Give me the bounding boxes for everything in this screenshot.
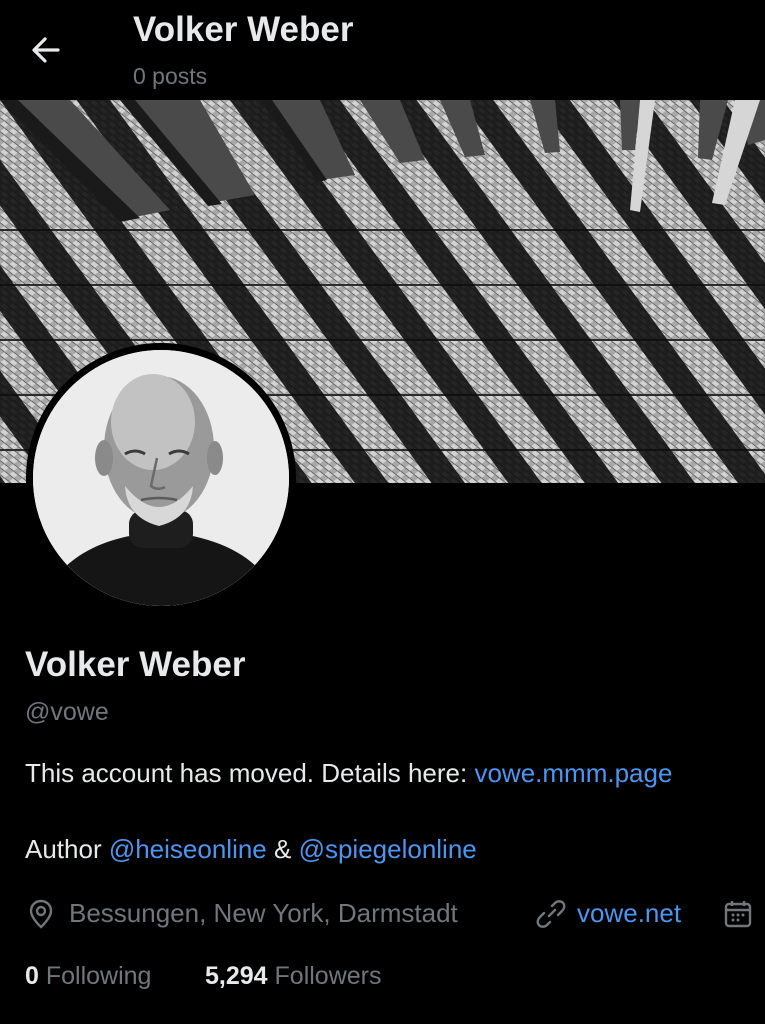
calendar-icon <box>722 898 754 930</box>
bio-link-moved[interactable]: vowe.mmm.page <box>474 758 672 788</box>
location-pin-icon <box>25 898 57 930</box>
mention-spiegelonline[interactable]: @spiegelonline <box>299 834 477 864</box>
profile-handle: @vowe <box>25 698 109 726</box>
following-link[interactable]: 0 Following <box>25 962 151 991</box>
bio-line-1: This account has moved. Details here: vo… <box>25 758 672 789</box>
portrait-photo <box>33 350 289 606</box>
bio-author-prefix: Author <box>25 834 109 864</box>
followers-link[interactable]: 5,294 Followers <box>205 962 382 991</box>
following-label: Following <box>45 962 152 990</box>
header-title: Volker Weber <box>133 10 354 49</box>
followers-label: Followers <box>274 962 382 990</box>
post-count: 0 posts <box>133 63 208 89</box>
mention-heiseonline[interactable]: @heiseonline <box>109 834 267 864</box>
following-count: 0 <box>25 962 39 990</box>
location-text: Bessungen, New York, Darmstadt <box>69 898 458 928</box>
profile-name: Volker Weber <box>25 645 246 684</box>
back-button[interactable] <box>26 30 66 70</box>
website-link[interactable]: vowe.net <box>577 898 681 929</box>
avatar[interactable] <box>26 343 296 613</box>
bio-text: This account has moved. Details here: <box>25 758 475 788</box>
arrow-left-icon <box>32 37 60 63</box>
bio-ampersand: & <box>266 834 299 864</box>
top-bar: Volker Weber 0 posts <box>0 0 765 100</box>
followers-count: 5,294 <box>205 962 268 990</box>
link-icon <box>535 898 567 930</box>
bio-line-2: Author @heiseonline & @spiegelonline <box>25 834 477 865</box>
avatar-image <box>33 350 289 606</box>
